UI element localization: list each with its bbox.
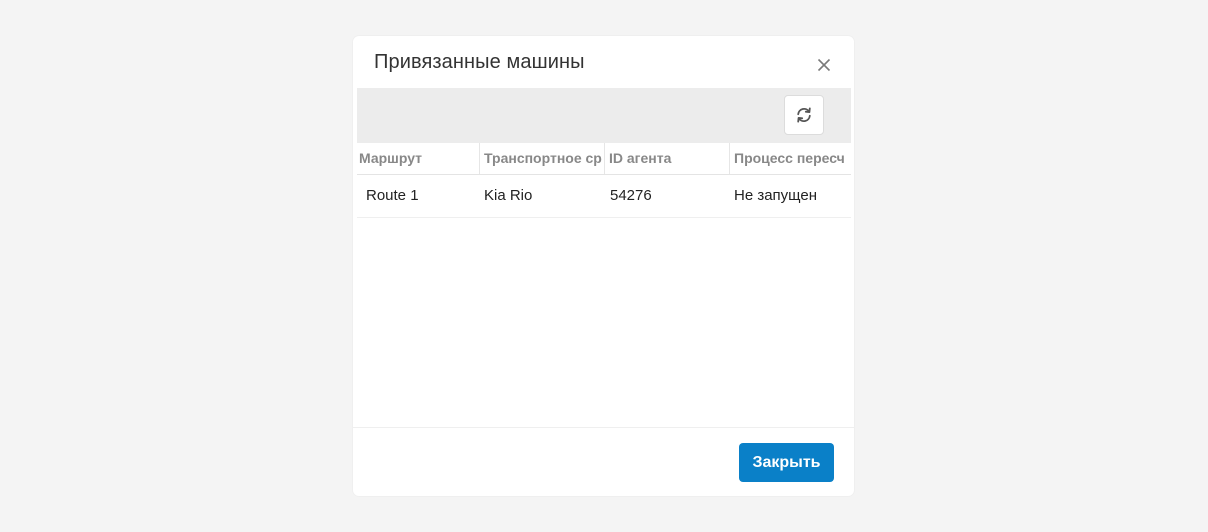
- vehicles-table: Маршрут Транспортное ср ID агента Процес…: [357, 143, 851, 218]
- close-dialog-button[interactable]: Закрыть: [739, 443, 834, 482]
- close-icon: [817, 58, 831, 72]
- cell-route: Route 1: [366, 187, 419, 204]
- dialog-title: Привязанные машины: [374, 51, 585, 73]
- table-row[interactable]: Route 1 Kia Rio 54276 Не запущен: [357, 175, 851, 218]
- dialog-header: Привязанные машины: [353, 36, 854, 88]
- cell-vehicle: Kia Rio: [484, 187, 533, 204]
- refresh-button[interactable]: [784, 95, 824, 135]
- linked-vehicles-dialog: Привязанные машины Маршрут Транспортное …: [353, 36, 854, 496]
- refresh-icon: [797, 107, 811, 123]
- column-header-agent-id[interactable]: ID агента: [609, 143, 730, 174]
- table-toolbar: [357, 88, 851, 143]
- column-header-route[interactable]: Маршрут: [359, 143, 480, 174]
- cell-recalc-status: Не запущен: [734, 187, 817, 204]
- cell-agent-id: 54276: [610, 187, 652, 204]
- column-header-vehicle[interactable]: Транспортное ср: [484, 143, 605, 174]
- table-header: Маршрут Транспортное ср ID агента Процес…: [357, 143, 851, 175]
- column-header-recalc-process[interactable]: Процесс пересч: [734, 143, 851, 174]
- close-button[interactable]: [813, 54, 835, 76]
- footer-divider: [353, 427, 854, 428]
